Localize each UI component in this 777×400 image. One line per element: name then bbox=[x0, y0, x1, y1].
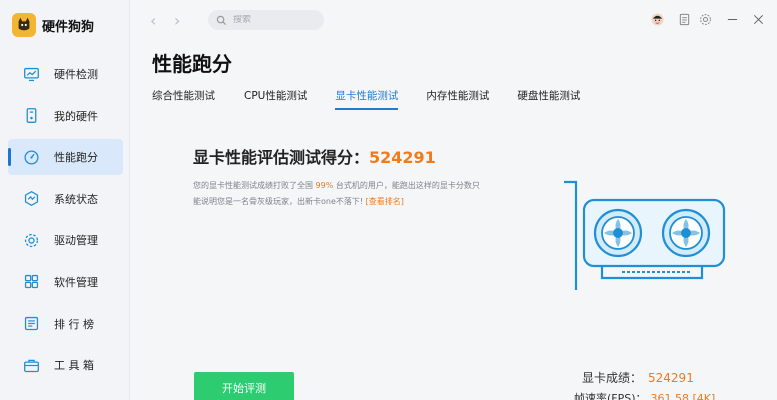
sidebar-item-label: 性能跑分 bbox=[54, 151, 98, 165]
sidebar-item-label: 排 行 榜 bbox=[54, 317, 94, 331]
sidebar-item-hardware-detect[interactable]: 硬件检测 bbox=[8, 56, 123, 92]
toolbox-icon bbox=[22, 356, 40, 374]
sidebar-item-driver-manage[interactable]: 驱动管理 bbox=[8, 222, 123, 258]
search-input[interactable] bbox=[233, 15, 313, 25]
forward-arrow-icon[interactable]: › bbox=[174, 11, 180, 30]
tower-pc-icon bbox=[22, 107, 40, 125]
dog-logo-icon bbox=[12, 13, 36, 37]
sidebar-item-label: 我的硬件 bbox=[54, 109, 98, 123]
score-heading-label: 显卡性能评估测试得分： bbox=[193, 148, 370, 167]
score-description: 您的显卡性能测试成绩打败了全国 99% 台式机的用户，能跑出这样的显卡分数只能说… bbox=[193, 178, 483, 210]
sidebar-item-label: 工 具 箱 bbox=[54, 359, 94, 373]
gpu-result-label: 显卡成绩： bbox=[582, 371, 643, 385]
sidebar-item-toolbox[interactable]: 工 具 箱 bbox=[8, 347, 123, 383]
avatar-icon[interactable] bbox=[650, 12, 664, 26]
app-grid-icon bbox=[22, 273, 40, 291]
gauge-icon bbox=[22, 148, 40, 166]
settings-icon[interactable] bbox=[698, 12, 712, 26]
app-name: 硬件狗狗 bbox=[42, 19, 95, 35]
sidebar-item-label: 软件管理 bbox=[54, 275, 98, 289]
close-icon[interactable] bbox=[751, 12, 765, 26]
search-box[interactable] bbox=[208, 10, 324, 30]
sidebar-item-ranking[interactable]: 排 行 榜 bbox=[8, 306, 123, 342]
tab-cpu[interactable]: CPU性能测试 bbox=[244, 88, 307, 108]
ranking-list-icon bbox=[22, 315, 40, 333]
tab-overall[interactable]: 综合性能测试 bbox=[152, 88, 215, 108]
document-icon[interactable] bbox=[677, 12, 691, 26]
score-value: 524291 bbox=[369, 148, 436, 167]
desc-text: 您的显卡性能测试成绩打败了全国 bbox=[193, 181, 313, 190]
gpu-result-value: 524291 bbox=[648, 371, 694, 385]
graphics-card-icon bbox=[564, 180, 726, 290]
monitor-chart-icon bbox=[22, 65, 40, 83]
start-benchmark-button[interactable]: 开始评测 bbox=[194, 372, 294, 400]
app-brand: 硬件狗狗 bbox=[12, 12, 94, 38]
fps-result: 帧速率(FPS)： 361.58 [4K] bbox=[574, 390, 715, 400]
tab-gpu[interactable]: 显卡性能测试 bbox=[335, 88, 399, 110]
score-heading: 显卡性能评估测试得分：524291 bbox=[193, 144, 436, 168]
search-icon bbox=[216, 15, 227, 25]
view-ranking-link[interactable]: [查看排名] bbox=[366, 197, 404, 206]
sidebar-item-benchmark[interactable]: 性能跑分 bbox=[8, 139, 123, 176]
status-hexagon-icon bbox=[22, 190, 40, 208]
sidebar: 硬件狗狗 硬件检测 我的硬件 性能跑分 系统状态 驱动管理 软件管理 排 行 榜… bbox=[0, 0, 130, 400]
desc-percent: 99% bbox=[315, 181, 334, 190]
sidebar-item-system-status[interactable]: 系统状态 bbox=[8, 181, 123, 217]
gear-icon bbox=[22, 231, 40, 249]
benchmark-tabs: 综合性能测试 CPU性能测试 显卡性能测试 内存性能测试 硬盘性能测试 bbox=[152, 88, 580, 110]
sidebar-item-label: 硬件检测 bbox=[54, 68, 98, 81]
main-panel: 性能跑分 综合性能测试 CPU性能测试 显卡性能测试 内存性能测试 硬盘性能测试… bbox=[130, 40, 777, 400]
tab-disk[interactable]: 硬盘性能测试 bbox=[517, 88, 580, 108]
fps-label: 帧速率(FPS)： bbox=[574, 392, 647, 400]
gpu-result: 显卡成绩： 524291 bbox=[582, 369, 694, 386]
fps-value: 361.58 [4K] bbox=[650, 392, 716, 400]
page-title: 性能跑分 bbox=[152, 52, 232, 76]
tab-memory[interactable]: 内存性能测试 bbox=[426, 88, 489, 108]
sidebar-item-label: 驱动管理 bbox=[54, 234, 98, 248]
back-arrow-icon[interactable]: ‹ bbox=[150, 11, 156, 30]
sidebar-item-software-manage[interactable]: 软件管理 bbox=[8, 264, 123, 300]
sidebar-item-my-hardware[interactable]: 我的硬件 bbox=[8, 98, 123, 134]
minimize-icon[interactable] bbox=[725, 12, 739, 26]
sidebar-nav: 硬件检测 我的硬件 性能跑分 系统状态 驱动管理 软件管理 排 行 榜 工 具 … bbox=[8, 56, 123, 389]
sidebar-item-label: 系统状态 bbox=[54, 192, 98, 206]
